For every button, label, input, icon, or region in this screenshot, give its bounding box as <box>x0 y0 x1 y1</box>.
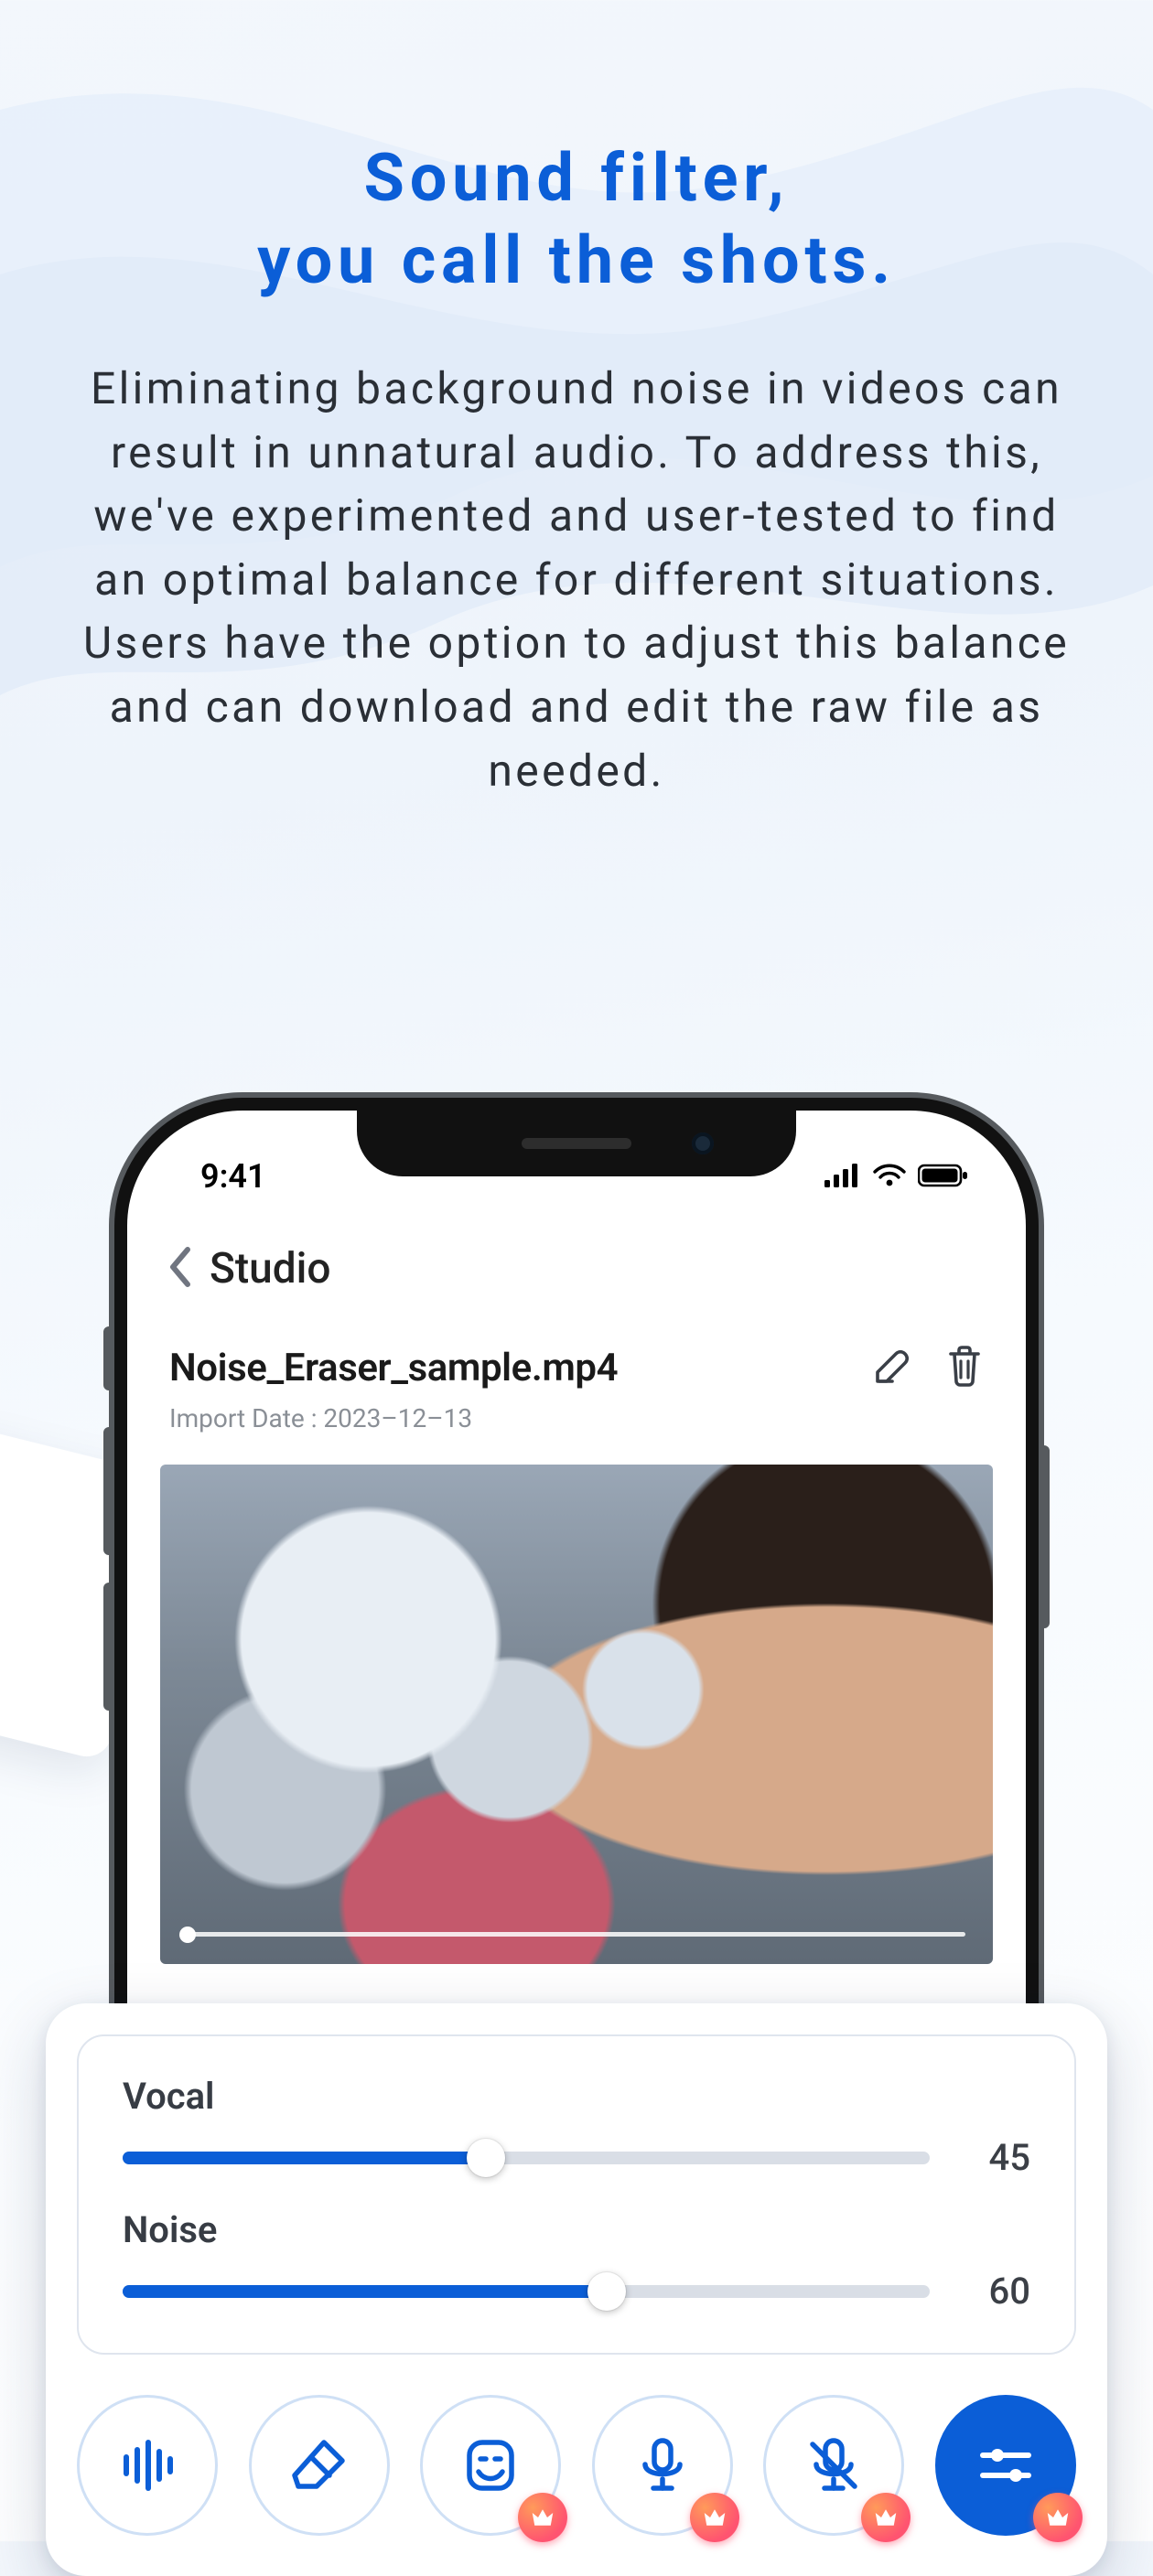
status-time: 9:41 <box>200 1157 266 1196</box>
toolbar <box>77 2395 1076 2536</box>
video-preview[interactable] <box>160 1465 993 1964</box>
tool-eraser-button[interactable] <box>249 2395 390 2536</box>
vocal-slider-value: 45 <box>966 2136 1030 2179</box>
tool-voice-mask-button[interactable] <box>420 2395 561 2536</box>
battery-icon <box>918 1157 969 1196</box>
video-progress-thumb[interactable] <box>179 1927 196 1943</box>
vocal-slider-thumb[interactable] <box>467 2139 505 2177</box>
noise-slider-value: 60 <box>966 2270 1030 2313</box>
video-progress-track[interactable] <box>188 1932 965 1937</box>
tool-equalizer-button[interactable] <box>935 2395 1076 2536</box>
wifi-icon <box>872 1157 907 1196</box>
phone-side-button <box>103 1583 114 1711</box>
noise-slider-label: Noise <box>123 2208 1030 2251</box>
controls-card: Vocal 45 Noise 60 <box>46 2003 1107 2576</box>
file-name: Noise_Eraser_sample.mp4 <box>169 1346 618 1390</box>
premium-badge <box>1033 2493 1083 2542</box>
phone-notch <box>357 1111 796 1176</box>
cellular-icon <box>824 1157 861 1196</box>
vocal-slider[interactable] <box>123 2152 930 2164</box>
tool-waveform-button[interactable] <box>77 2395 218 2536</box>
premium-badge <box>518 2493 567 2542</box>
edit-icon[interactable] <box>870 1345 912 1390</box>
tool-mic-button[interactable] <box>592 2395 733 2536</box>
phone-side-button <box>103 1326 114 1390</box>
trash-icon[interactable] <box>945 1345 984 1390</box>
tool-mic-mute-button[interactable] <box>763 2395 904 2536</box>
nav-title: Studio <box>210 1244 331 1293</box>
premium-badge <box>861 2493 911 2542</box>
phone-side-button <box>103 1427 114 1555</box>
sliders-panel: Vocal 45 Noise 60 <box>77 2034 1076 2355</box>
back-icon[interactable] <box>166 1246 193 1292</box>
noise-slider-fill <box>123 2285 607 2298</box>
vocal-slider-fill <box>123 2152 486 2164</box>
phone-side-button <box>1039 1445 1050 1628</box>
hero-body: Eliminating background noise in videos c… <box>73 357 1080 802</box>
premium-badge <box>690 2493 739 2542</box>
import-date: Import Date : 2023–12–13 <box>160 1390 993 1455</box>
noise-slider-thumb[interactable] <box>587 2272 626 2311</box>
hero-title: Sound filter, you call the shots. <box>73 137 1080 302</box>
vocal-slider-label: Vocal <box>123 2075 1030 2118</box>
noise-slider[interactable] <box>123 2285 930 2298</box>
